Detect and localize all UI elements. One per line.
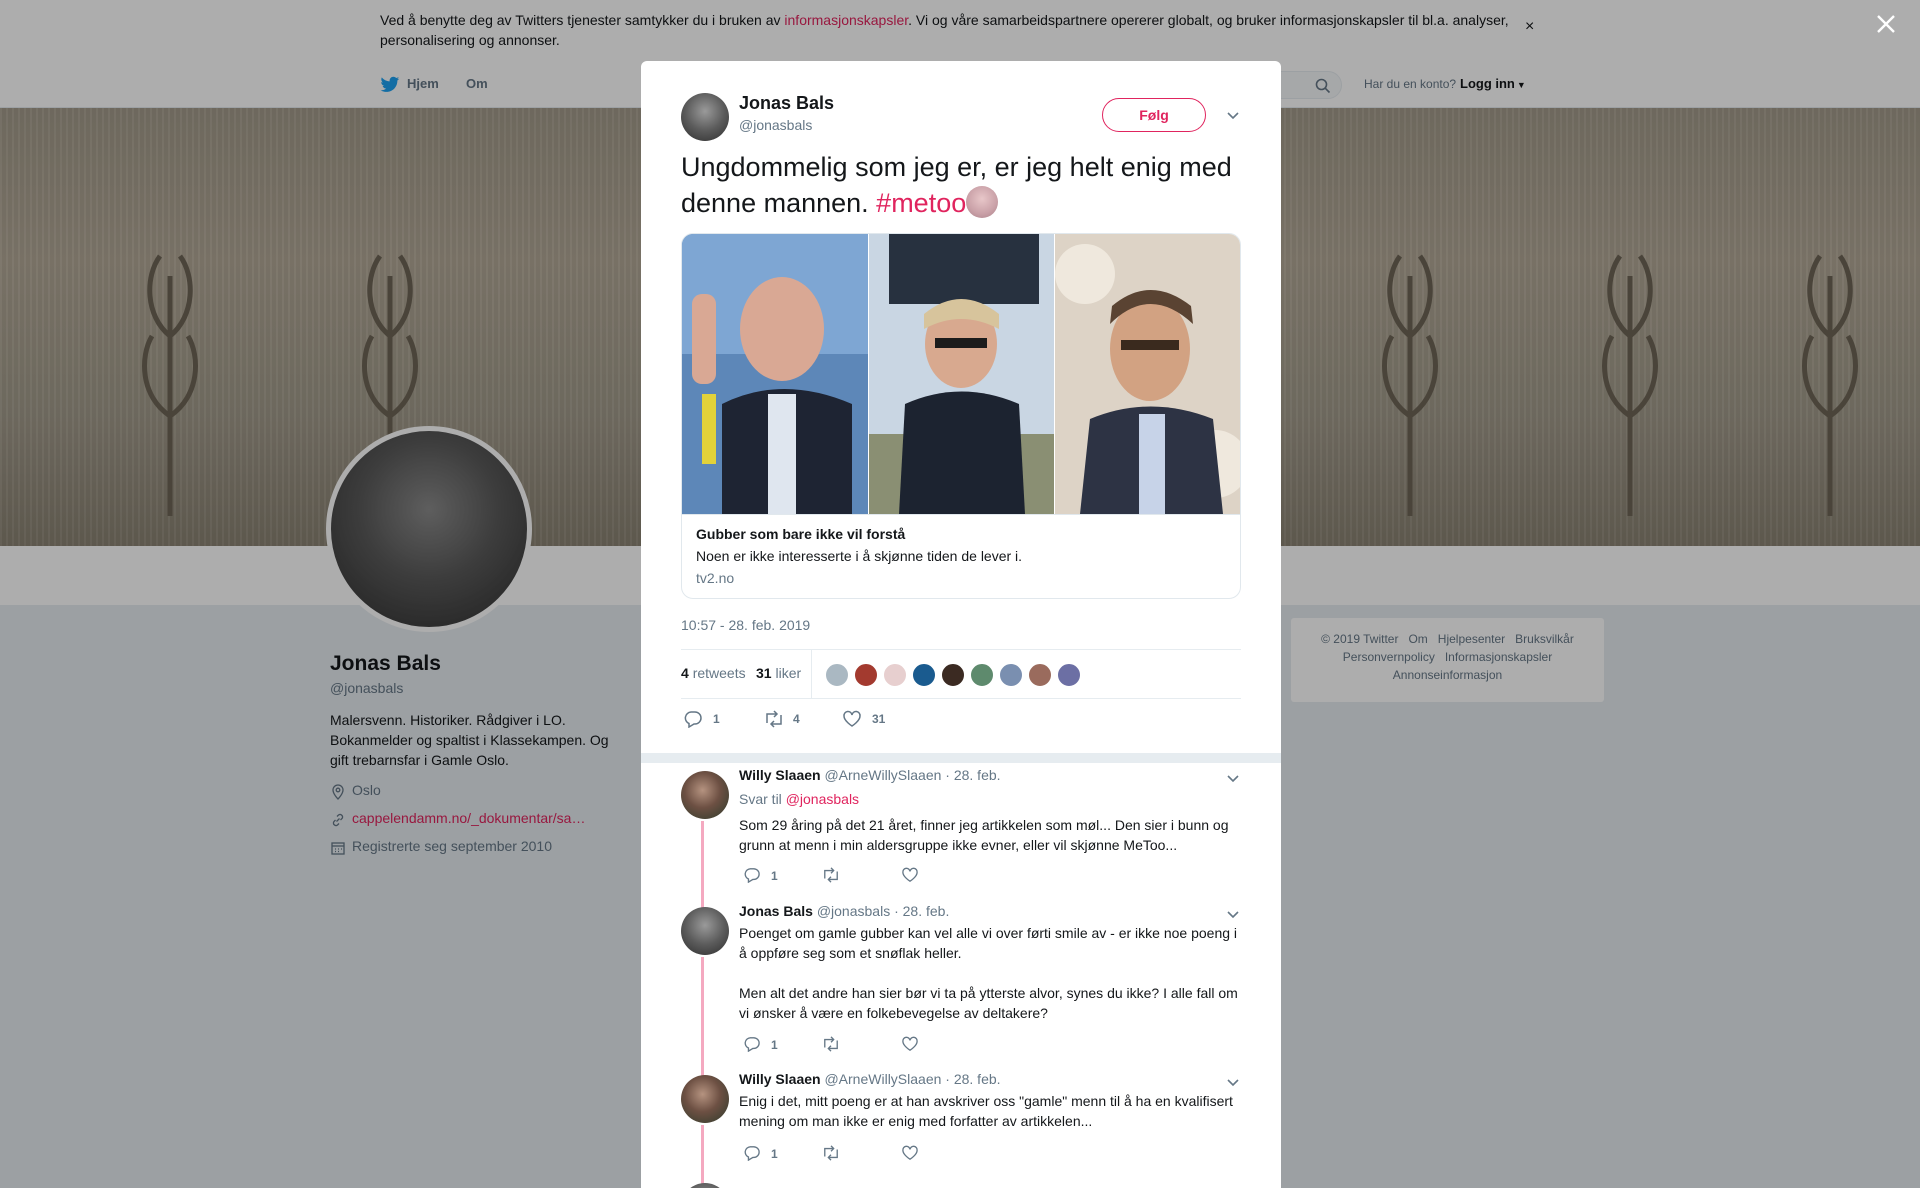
heart-icon bbox=[843, 710, 861, 727]
woman-gesturing-emoji-icon bbox=[966, 186, 999, 218]
reply-text: Enig i det, mitt poeng er at han avskriv… bbox=[739, 1093, 1233, 1129]
liker-avatar[interactable] bbox=[883, 663, 907, 687]
card-domain: tv2.no bbox=[696, 570, 735, 586]
chevron-down-icon[interactable] bbox=[1226, 909, 1240, 919]
liker-avatar[interactable] bbox=[970, 663, 994, 687]
reply-date[interactable]: · 28. feb. bbox=[945, 1071, 1000, 1087]
retweet-icon bbox=[766, 710, 782, 728]
reply-author-name[interactable]: Willy Slaaen bbox=[739, 1071, 821, 1087]
reply-to-link[interactable]: @jonasbals bbox=[786, 791, 859, 807]
card-image-left bbox=[682, 234, 868, 514]
reply-author-handle[interactable]: @ArneWillySlaaen bbox=[824, 1071, 941, 1087]
reply-avatar[interactable] bbox=[681, 1075, 729, 1123]
reply-count: 1 bbox=[771, 1038, 778, 1052]
hashtag-link[interactable]: #metoo bbox=[876, 188, 966, 218]
liker-avatar[interactable] bbox=[941, 663, 965, 687]
reply-icon bbox=[684, 711, 702, 728]
tweet-timestamp[interactable]: 10:57 - 28. feb. 2019 bbox=[681, 617, 810, 633]
tweet-modal: Jonas Bals @jonasbals Følg Ungdommelig s… bbox=[641, 61, 1281, 1188]
reply-header: Jonas Bals @jonasbals · 28. feb. bbox=[739, 903, 949, 919]
retweet-count: 4 bbox=[681, 665, 689, 681]
reply-header: Willy Slaaen @ArneWillySlaaen · 28. feb. bbox=[739, 767, 1001, 783]
reply-text: Poenget om gamle gubber kan vel alle vi … bbox=[739, 925, 1238, 961]
chevron-down-icon[interactable] bbox=[1226, 110, 1240, 120]
retweet-icon[interactable] bbox=[821, 1145, 841, 1161]
liker-avatar[interactable] bbox=[999, 663, 1023, 687]
heart-icon[interactable] bbox=[901, 1036, 919, 1052]
reply-avatar[interactable] bbox=[681, 907, 729, 955]
chevron-down-icon[interactable] bbox=[1226, 1077, 1240, 1087]
author-avatar[interactable] bbox=[681, 93, 729, 141]
close-icon[interactable] bbox=[1874, 12, 1898, 36]
retweet-label: retweets bbox=[692, 665, 746, 681]
reply-to-label: Svar til bbox=[739, 791, 782, 807]
heart-icon[interactable] bbox=[901, 1145, 919, 1161]
tweet-author-handle[interactable]: @jonasbals bbox=[739, 117, 812, 133]
reply-text: Som 29 åring på det 21 året, finner jeg … bbox=[739, 817, 1229, 853]
reply-author-handle[interactable]: @jonasbals bbox=[817, 903, 890, 919]
tweet-stats: 4 retweets 31 liker bbox=[681, 649, 1241, 699]
reply-text-paragraph: Men alt det andre han sier bør vi ta på … bbox=[739, 985, 1238, 1021]
reply-author-name[interactable]: Willy Slaaen bbox=[739, 767, 821, 783]
card-image-right bbox=[1055, 234, 1240, 514]
reply-count: 1 bbox=[771, 1147, 778, 1161]
liker-avatar[interactable] bbox=[854, 663, 878, 687]
retweet-action-count: 4 bbox=[793, 712, 800, 726]
card-image-middle bbox=[869, 234, 1054, 514]
card-title: Gubber som bare ikke vil forstå bbox=[696, 526, 906, 542]
reply-avatar[interactable] bbox=[681, 771, 729, 819]
reply-icon bbox=[744, 1146, 760, 1161]
retweet-stat[interactable]: 4 retweets bbox=[681, 665, 746, 681]
reply-count: 1 bbox=[771, 869, 778, 883]
like-count: 31 bbox=[756, 665, 772, 681]
heart-icon[interactable] bbox=[901, 867, 919, 883]
liker-avatar[interactable] bbox=[825, 663, 849, 687]
link-card[interactable]: Gubber som bare ikke vil forstå Noen er … bbox=[681, 233, 1241, 599]
stats-divider bbox=[811, 650, 812, 698]
chevron-down-icon[interactable] bbox=[1226, 773, 1240, 783]
thread-line bbox=[701, 1125, 704, 1188]
card-description: Noen er ikke interesserte i å skjønne ti… bbox=[696, 548, 1023, 564]
reply-date[interactable]: · 28. feb. bbox=[894, 903, 949, 919]
card-divider bbox=[682, 514, 1240, 515]
reply-header: Willy Slaaen @ArneWillySlaaen · 28. feb. bbox=[739, 1071, 1001, 1087]
reply-count: 1 bbox=[713, 712, 720, 726]
like-stat[interactable]: 31 liker bbox=[756, 665, 801, 681]
liker-avatar[interactable] bbox=[1028, 663, 1052, 687]
reply-author-name[interactable]: Jonas Bals bbox=[739, 903, 813, 919]
reply-avatar[interactable] bbox=[681, 1183, 729, 1188]
liker-avatar[interactable] bbox=[912, 663, 936, 687]
tweet-text: Ungdommelig som jeg er, er jeg helt enig… bbox=[681, 149, 1241, 221]
like-label: liker bbox=[775, 665, 802, 681]
replies-separator bbox=[641, 753, 1281, 763]
retweet-icon[interactable] bbox=[821, 867, 841, 883]
reply-date[interactable]: · 28. feb. bbox=[945, 767, 1000, 783]
like-action-count: 31 bbox=[872, 712, 886, 726]
follow-button[interactable]: Følg bbox=[1102, 98, 1206, 132]
tweet-author-name[interactable]: Jonas Bals bbox=[739, 93, 834, 114]
reply-icon bbox=[744, 1037, 760, 1052]
reply-to-line: Svar til @jonasbals bbox=[739, 791, 859, 807]
liker-avatar[interactable] bbox=[1057, 663, 1081, 687]
reply-icon bbox=[744, 868, 760, 883]
retweet-icon[interactable] bbox=[821, 1036, 841, 1052]
reply-author-handle[interactable]: @ArneWillySlaaen bbox=[824, 767, 941, 783]
